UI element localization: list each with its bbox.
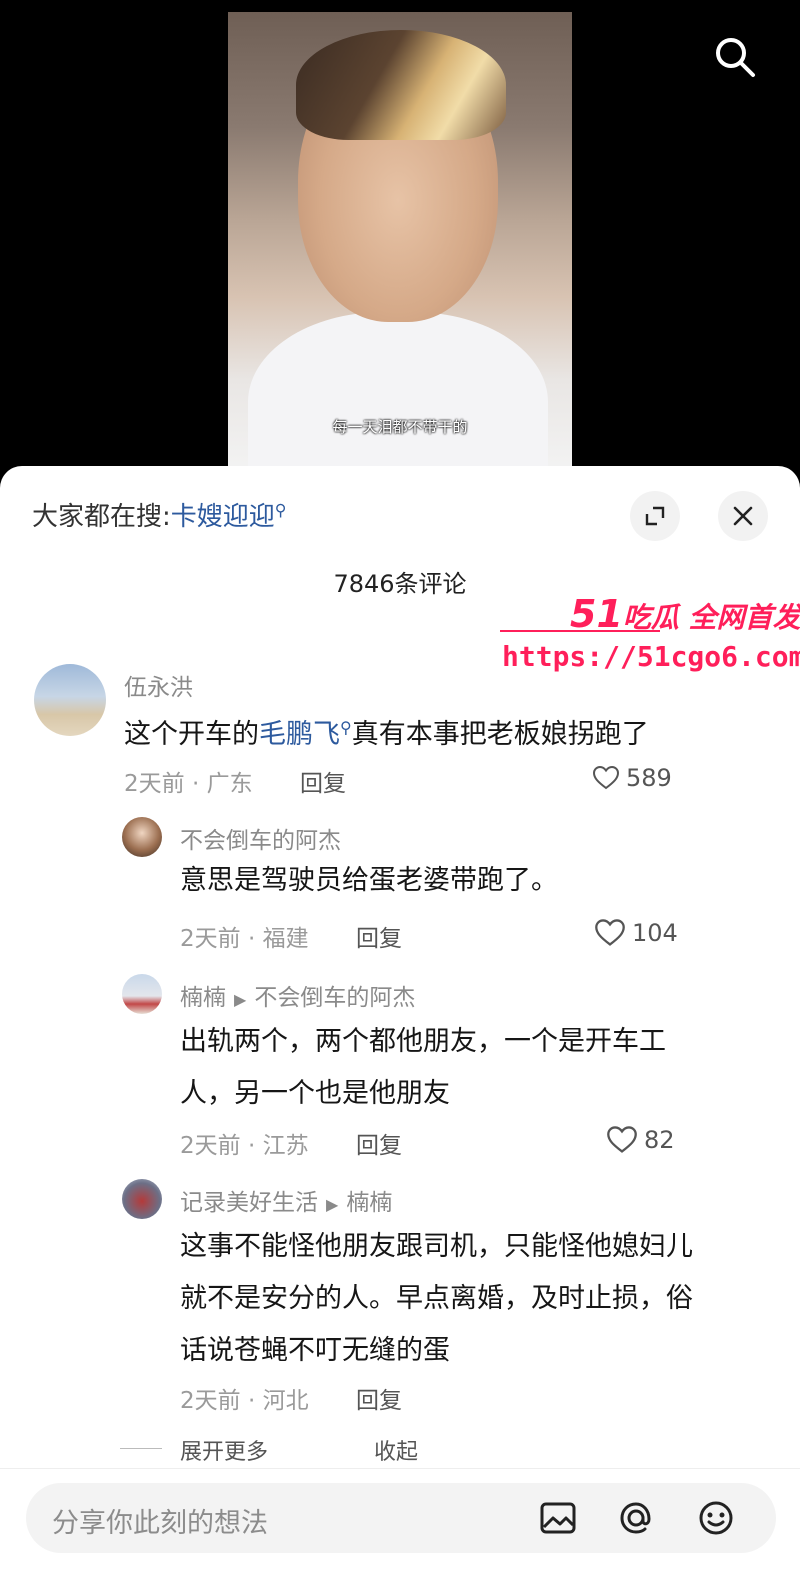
comment-item: 楠楠 ▶ 不会倒车的阿杰 出轨两个，两个都他朋友，一个是开车工 人，另一个也是他朋友… — [0, 972, 800, 1172]
like-count: 82 — [644, 1126, 675, 1154]
reply-button[interactable]: 回复 — [300, 764, 346, 798]
expand-icon — [645, 506, 665, 526]
heart-icon — [607, 1126, 637, 1153]
divider — [120, 1448, 162, 1449]
close-icon — [733, 506, 753, 526]
collapse-button[interactable]: 收起 — [374, 1434, 418, 1466]
reply-button[interactable]: 回复 — [356, 1381, 402, 1415]
comment-text: 这个开车的毛鹏飞⚲真有本事把老板娘拐跑了 — [124, 702, 649, 761]
avatar[interactable] — [122, 1179, 162, 1219]
comment-username[interactable]: 伍永洪 — [124, 668, 193, 702]
reply-button[interactable]: 回复 — [356, 919, 402, 953]
watermark-line — [500, 630, 660, 632]
comment-text-line: 出轨两个，两个都他朋友，一个是开车工 — [180, 1026, 666, 1057]
like-count: 589 — [626, 764, 672, 792]
comment-text-after: 真有本事把老板娘拐跑了 — [351, 719, 649, 750]
comment-meta: 2天前 · 江苏 — [180, 1133, 309, 1159]
expand-more-button[interactable]: 展开更多 — [180, 1434, 268, 1466]
close-button[interactable] — [718, 491, 768, 541]
comment-item: 记录美好生活 ▶ 楠楠 这事不能怪他朋友跟司机，只能怪他媳妇儿 就不是安分的人。早点… — [0, 1177, 800, 1427]
video-person-body — [248, 312, 548, 472]
comment-meta: 2天前 · 福建 — [180, 926, 309, 952]
search-small-icon: ⚲ — [340, 718, 352, 737]
comment-text-line: 人，另一个也是他朋友 — [180, 1078, 450, 1109]
like-button[interactable]: 82 — [606, 1124, 675, 1156]
comment-meta: 2天前 · 广东 — [124, 771, 253, 797]
video-person-hair — [296, 30, 506, 140]
reply-arrow-icon: ▶ — [326, 1195, 339, 1214]
like-count: 104 — [632, 919, 678, 947]
comment-text-line: 就不是安分的人。早点离婚，及时止损，俗 — [180, 1283, 693, 1314]
like-button[interactable]: 104 — [594, 917, 678, 949]
reply-to-username[interactable]: 楠楠 — [346, 1190, 392, 1216]
avatar[interactable] — [122, 817, 162, 857]
comment-item: 伍永洪 这个开车的毛鹏飞⚲真有本事把老板娘拐跑了 2天前 · 广东 回复 589 — [0, 660, 800, 810]
heart-icon — [592, 765, 620, 790]
comment-username[interactable]: 不会倒车的阿杰 — [180, 821, 341, 855]
search-small-icon: ⚲ — [274, 500, 287, 520]
reply-arrow-icon: ▶ — [234, 990, 247, 1009]
heart-icon — [595, 919, 625, 946]
emoji-icon[interactable] — [694, 1496, 738, 1540]
comment-username-name: 楠楠 — [180, 985, 226, 1011]
replies-control-row: 展开更多 收起 — [0, 1434, 800, 1466]
avatar[interactable] — [122, 974, 162, 1014]
image-icon[interactable] — [536, 1496, 580, 1540]
mention-name: 毛鹏飞 — [259, 719, 340, 750]
hot-search[interactable]: 大家都在搜:卡嫂迎迎⚲ — [32, 496, 287, 533]
comment-text: 这事不能怪他朋友跟司机，只能怪他媳妇儿 就不是安分的人。早点离婚，及时止损，俗 … — [180, 1221, 780, 1377]
comment-username-name: 记录美好生活 — [180, 1190, 318, 1216]
comment-username[interactable]: 记录美好生活 ▶ 楠楠 — [180, 1183, 392, 1217]
comment-item: 不会倒车的阿杰 意思是驾驶员给蛋老婆带跑了。 2天前 · 福建 回复 104 — [0, 815, 800, 965]
expand-button[interactable] — [630, 491, 680, 541]
bottom-input-bar: 分享你此刻的想法 — [0, 1468, 800, 1585]
avatar[interactable] — [34, 664, 106, 736]
comment-input[interactable]: 分享你此刻的想法 — [26, 1483, 776, 1553]
search-icon[interactable] — [712, 34, 758, 80]
hot-search-prefix: 大家都在搜: — [32, 502, 171, 532]
comment-text: 意思是驾驶员给蛋老婆带跑了。 — [180, 865, 558, 896]
video-area[interactable]: 每一天泪都不带干的 — [0, 0, 800, 480]
comment-text-before: 这个开车的 — [124, 719, 259, 750]
comment-text: 出轨两个，两个都他朋友，一个是开车工 人，另一个也是他朋友 — [180, 1016, 760, 1120]
at-icon[interactable] — [614, 1496, 658, 1540]
comment-username[interactable]: 楠楠 ▶ 不会倒车的阿杰 — [180, 978, 415, 1012]
video-frame[interactable]: 每一天泪都不带干的 — [228, 12, 572, 472]
comment-meta: 2天前 · 河北 — [180, 1388, 309, 1414]
like-button[interactable]: 589 — [592, 764, 672, 792]
comment-text-line: 这事不能怪他朋友跟司机，只能怪他媳妇儿 — [180, 1231, 693, 1262]
comment-input-placeholder: 分享你此刻的想法 — [52, 1508, 268, 1539]
hot-search-keyword[interactable]: 卡嫂迎迎 — [171, 502, 275, 532]
mention-link[interactable]: 毛鹏飞⚲ — [259, 718, 352, 750]
comment-text-line: 话说苍蝇不叮无缝的蛋 — [180, 1335, 450, 1366]
reply-button[interactable]: 回复 — [356, 1126, 402, 1160]
reply-to-username[interactable]: 不会倒车的阿杰 — [254, 985, 415, 1011]
video-caption: 每一天泪都不带干的 — [332, 418, 468, 436]
